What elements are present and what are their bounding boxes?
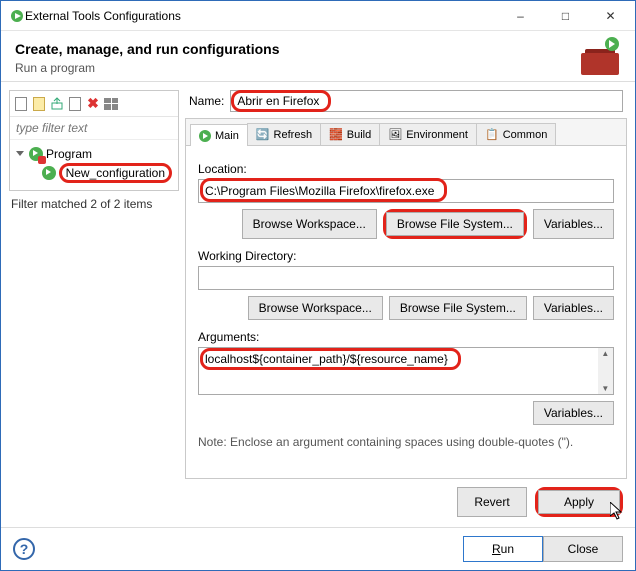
workdir-label: Working Directory: xyxy=(198,249,614,263)
maximize-button[interactable]: □ xyxy=(543,1,588,30)
workdir-browse-filesystem-button[interactable]: Browse File System... xyxy=(389,296,527,320)
config-toolbar: ✖ xyxy=(10,91,178,117)
run-icon xyxy=(42,166,56,180)
arguments-label: Arguments: xyxy=(198,330,614,344)
apply-button[interactable]: Apply xyxy=(538,490,620,514)
arguments-input[interactable] xyxy=(198,347,598,395)
tab-label: Environment xyxy=(406,129,468,141)
tab-label: Build xyxy=(347,129,371,141)
tab-main-panel: Location: C:\Program Files\Mozilla Firef… xyxy=(186,146,626,478)
duplicate-icon[interactable] xyxy=(67,96,83,112)
tab-environment[interactable]: 🖼 Environment xyxy=(379,123,477,145)
workdir-input[interactable] xyxy=(198,266,614,290)
window-title: External Tools Configurations xyxy=(25,9,498,23)
tab-label: Refresh xyxy=(274,129,313,141)
workdir-browse-workspace-button[interactable]: Browse Workspace... xyxy=(248,296,383,320)
highlight: Browse File System... xyxy=(383,209,527,239)
common-icon: 📋 xyxy=(485,128,499,141)
build-icon: 🧱 xyxy=(329,128,343,141)
new-config-icon[interactable] xyxy=(13,96,29,112)
tree-root-label: Program xyxy=(46,147,92,161)
close-button[interactable]: Close xyxy=(543,536,623,562)
run-icon xyxy=(199,130,211,142)
run-icon xyxy=(29,147,43,161)
location-browse-filesystem-button[interactable]: Browse File System... xyxy=(386,212,524,236)
config-editor: Name: Abrir en Firefox Main 🔄Refresh 🧱Bu… xyxy=(185,90,627,519)
workdir-variables-button[interactable]: Variables... xyxy=(533,296,614,320)
dialog-header: Create, manage, and run configurations R… xyxy=(1,31,635,81)
tree-item-label: New_configuration xyxy=(59,163,172,183)
name-label: Name: xyxy=(189,94,224,108)
editor-buttons: Revert Apply xyxy=(185,479,627,519)
new-folder-icon[interactable] xyxy=(31,96,47,112)
minimize-button[interactable]: – xyxy=(498,1,543,30)
scrollbar[interactable]: ▲▼ xyxy=(598,347,614,395)
location-label: Location: xyxy=(198,162,614,176)
filter-status: Filter matched 2 of 2 items xyxy=(9,191,179,213)
close-window-button[interactable]: ✕ xyxy=(588,1,633,30)
dialog-window: External Tools Configurations – □ ✕ Crea… xyxy=(0,0,636,571)
dialog-footer: ? Run Close xyxy=(1,527,635,570)
tab-refresh[interactable]: 🔄 Refresh xyxy=(247,123,321,145)
titlebar: External Tools Configurations – □ ✕ xyxy=(1,1,635,31)
tab-label: Main xyxy=(215,130,239,142)
help-button[interactable]: ? xyxy=(13,538,35,560)
delete-icon[interactable]: ✖ xyxy=(85,96,101,112)
collapse-icon[interactable] xyxy=(103,96,119,112)
dialog-title: Create, manage, and run configurations xyxy=(15,41,581,57)
tab-main[interactable]: Main xyxy=(190,124,248,146)
filter-input[interactable] xyxy=(10,117,178,140)
location-input[interactable] xyxy=(198,179,614,203)
dialog-subtitle: Run a program xyxy=(15,61,581,75)
app-icon xyxy=(9,8,25,24)
arguments-note: Note: Enclose an argument containing spa… xyxy=(198,435,614,449)
location-browse-workspace-button[interactable]: Browse Workspace... xyxy=(242,209,377,239)
run-button[interactable]: Run xyxy=(463,536,543,562)
configurations-pane: ✖ Program New_configuration xyxy=(9,90,179,191)
config-tree[interactable]: Program New_configuration xyxy=(10,140,178,190)
tab-label: Common xyxy=(503,129,548,141)
expand-icon[interactable] xyxy=(16,149,26,159)
name-input[interactable] xyxy=(230,90,623,112)
tree-root-program[interactable]: Program xyxy=(14,146,174,162)
location-variables-button[interactable]: Variables... xyxy=(533,209,614,239)
tab-bar: Main 🔄 Refresh 🧱 Build 🖼 Environment 📋 Commo… xyxy=(186,119,626,146)
tab-build[interactable]: 🧱 Build xyxy=(320,123,380,145)
export-icon[interactable] xyxy=(49,96,65,112)
environment-icon: 🖼 xyxy=(388,128,402,141)
highlight: Apply xyxy=(535,487,623,517)
tree-item-new-configuration[interactable]: New_configuration xyxy=(14,162,174,184)
tab-common[interactable]: 📋 Common xyxy=(476,123,556,145)
dialog-body: ✖ Program New_configuration Filte xyxy=(1,82,635,527)
arguments-variables-button[interactable]: Variables... xyxy=(533,401,614,425)
refresh-icon: 🔄 xyxy=(256,128,270,141)
revert-button[interactable]: Revert xyxy=(457,487,527,517)
tabs-frame: Main 🔄 Refresh 🧱 Build 🖼 Environment 📋 Commo… xyxy=(185,118,627,479)
toolbox-icon xyxy=(581,41,621,75)
